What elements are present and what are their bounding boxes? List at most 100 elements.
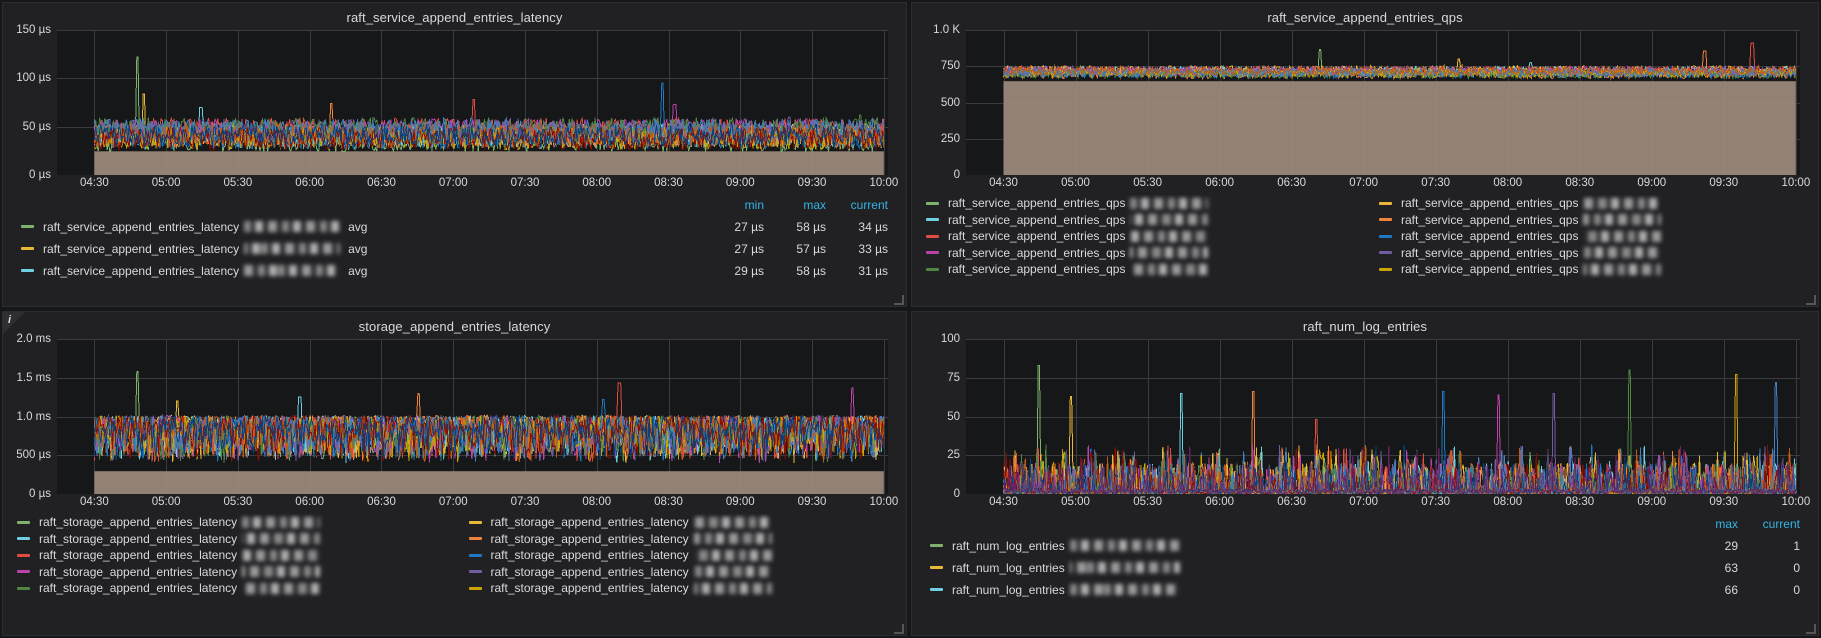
legend-color-swatch[interactable] bbox=[17, 537, 30, 541]
panel-title[interactable]: raft_service_append_entries_latency bbox=[3, 3, 906, 30]
legend-series-label[interactable]: raft_service_append_entries_qps bbox=[1401, 262, 1578, 276]
legend-row[interactable]: raft_storage_append_entries_latency bbox=[17, 547, 445, 564]
legend-row[interactable]: raft_storage_append_entries_latency bbox=[468, 531, 897, 548]
legend-series-label[interactable]: raft_service_append_entries_qps bbox=[948, 229, 1125, 243]
panel-raft-num-log-entries[interactable]: raft_num_log_entries 100 75 50 25 0 04:30 05:… bbox=[911, 311, 1819, 636]
graph-area[interactable]: 1.0 K 750 500 250 0 04:30 05:00 05:30 06:00 06:3… bbox=[912, 24, 1818, 195]
panel-title[interactable]: raft_num_log_entries bbox=[912, 312, 1818, 339]
legend-series-label[interactable]: raft_num_log_entries bbox=[952, 583, 1065, 597]
panel-resize-handle[interactable] bbox=[894, 295, 904, 305]
legend-color-swatch[interactable] bbox=[1379, 267, 1392, 271]
legend-series-label[interactable]: raft_storage_append_entries_latency bbox=[491, 548, 689, 562]
panel-raft-service-append-entries-qps[interactable]: raft_service_append_entries_qps 1.0 K 750… bbox=[911, 2, 1819, 307]
panel-resize-handle[interactable] bbox=[894, 624, 904, 634]
legend-color-swatch[interactable] bbox=[21, 269, 34, 272]
legend-series-label[interactable]: raft_service_append_entries_qps bbox=[1401, 196, 1578, 210]
legend-column-max[interactable]: max bbox=[1676, 517, 1738, 531]
legend-row[interactable]: raft_service_append_entries_qps bbox=[926, 212, 1355, 229]
legend-color-swatch[interactable] bbox=[468, 520, 482, 524]
legend-color-swatch[interactable] bbox=[468, 570, 482, 574]
legend-row[interactable]: raft_storage_append_entries_latency bbox=[17, 580, 445, 597]
legend-row[interactable]: raft_service_append_entries_latency avg 27… bbox=[21, 215, 896, 237]
panel-legend[interactable]: raft_storage_append_entries_latency raft_… bbox=[3, 514, 906, 635]
legend-row[interactable]: raft_service_append_entries_qps bbox=[926, 245, 1355, 262]
legend-rows[interactable]: raft_service_append_entries_latency avg 27… bbox=[21, 215, 896, 281]
legend-row[interactable]: raft_service_append_entries_qps bbox=[926, 195, 1355, 212]
legend-series-label[interactable]: raft_storage_append_entries_latency bbox=[39, 515, 237, 529]
legend-color-swatch[interactable] bbox=[1379, 251, 1392, 255]
legend-row[interactable]: raft_service_append_entries_latency avg 27… bbox=[21, 237, 896, 259]
legend-color-swatch[interactable] bbox=[21, 225, 34, 228]
panel-title[interactable]: storage_append_entries_latency bbox=[3, 312, 906, 339]
legend-row[interactable]: raft_service_append_entries_qps bbox=[1379, 212, 1808, 229]
legend-column-current[interactable]: current bbox=[1738, 517, 1800, 531]
graph-area[interactable]: 100 75 50 25 0 04:30 05:00 05:30 06:00 06:30 07:0… bbox=[912, 333, 1818, 514]
legend-series-label[interactable]: raft_storage_append_entries_latency bbox=[491, 532, 689, 546]
panel-raft-service-append-entries-latency[interactable]: raft_service_append_entries_latency 150 … bbox=[2, 2, 907, 307]
legend-rows[interactable]: raft_num_log_entries 29 1 raft_num_log_entr… bbox=[930, 534, 1808, 600]
legend-color-swatch[interactable] bbox=[930, 588, 943, 591]
legend-row[interactable]: raft_service_append_entries_qps bbox=[926, 228, 1355, 245]
legend-row[interactable]: raft_num_log_entries 66 0 bbox=[930, 578, 1808, 600]
legend-row[interactable]: raft_service_append_entries_latency avg 29… bbox=[21, 259, 896, 281]
panel-legend[interactable]: raft_service_append_entries_qps raft_serv… bbox=[912, 195, 1818, 306]
legend-series-label[interactable]: raft_service_append_entries_latency bbox=[43, 220, 239, 234]
legend-row[interactable]: raft_num_log_entries 29 1 bbox=[930, 534, 1808, 556]
legend-series-label[interactable]: raft_storage_append_entries_latency bbox=[491, 565, 689, 579]
legend-series-label[interactable]: raft_service_append_entries_qps bbox=[1401, 229, 1578, 243]
legend-series-label[interactable]: raft_service_append_entries_latency bbox=[43, 242, 239, 256]
legend-color-swatch[interactable] bbox=[1379, 234, 1392, 238]
legend-series-label[interactable]: raft_service_append_entries_latency bbox=[43, 264, 239, 278]
legend-column-current[interactable]: current bbox=[826, 198, 888, 212]
legend-series-label[interactable]: raft_num_log_entries bbox=[952, 561, 1065, 575]
graph-area[interactable]: 2.0 ms 1.5 ms 1.0 ms 500 µs 0 µs 04:30 05:00 0… bbox=[3, 333, 906, 514]
legend-row[interactable]: raft_storage_append_entries_latency bbox=[468, 580, 897, 597]
legend-color-swatch[interactable] bbox=[926, 201, 939, 205]
legend-row[interactable]: raft_storage_append_entries_latency bbox=[17, 564, 445, 581]
legend-series-label[interactable]: raft_storage_append_entries_latency bbox=[39, 565, 237, 579]
legend-column-max[interactable]: max bbox=[764, 198, 826, 212]
legend-row[interactable]: raft_storage_append_entries_latency bbox=[468, 564, 897, 581]
legend-color-swatch[interactable] bbox=[926, 251, 939, 255]
legend-series-label[interactable]: raft_storage_append_entries_latency bbox=[39, 548, 237, 562]
legend-series-label[interactable]: raft_storage_append_entries_latency bbox=[491, 515, 689, 529]
legend-row[interactable]: raft_service_append_entries_qps bbox=[1379, 228, 1808, 245]
legend-series-label[interactable]: raft_storage_append_entries_latency bbox=[39, 581, 237, 595]
legend-rows[interactable]: raft_storage_append_entries_latency raft_… bbox=[17, 514, 896, 597]
legend-color-swatch[interactable] bbox=[17, 586, 30, 590]
legend-row[interactable]: raft_num_log_entries 63 0 bbox=[930, 556, 1808, 578]
legend-series-label[interactable]: raft_num_log_entries bbox=[952, 539, 1065, 553]
legend-series-label[interactable]: raft_service_append_entries_qps bbox=[948, 196, 1125, 210]
legend-rows[interactable]: raft_service_append_entries_qps raft_serv… bbox=[926, 195, 1808, 278]
panel-legend[interactable]: min max current raft_service_append_entrie… bbox=[3, 195, 906, 306]
legend-color-swatch[interactable] bbox=[926, 267, 939, 271]
legend-row[interactable]: raft_storage_append_entries_latency bbox=[468, 514, 897, 531]
legend-color-swatch[interactable] bbox=[17, 553, 30, 557]
legend-row[interactable]: raft_service_append_entries_qps bbox=[926, 261, 1355, 278]
legend-color-swatch[interactable] bbox=[1379, 201, 1392, 205]
legend-row[interactable]: raft_storage_append_entries_latency bbox=[468, 547, 897, 564]
legend-color-swatch[interactable] bbox=[21, 247, 34, 250]
legend-column-min[interactable]: min bbox=[702, 198, 764, 212]
legend-color-swatch[interactable] bbox=[17, 520, 30, 524]
legend-color-swatch[interactable] bbox=[926, 234, 939, 238]
panel-title[interactable]: raft_service_append_entries_qps bbox=[912, 3, 1818, 30]
legend-series-label[interactable]: raft_service_append_entries_qps bbox=[948, 213, 1125, 227]
legend-color-swatch[interactable] bbox=[17, 570, 30, 574]
legend-row[interactable]: raft_service_append_entries_qps bbox=[1379, 195, 1808, 212]
panel-resize-handle[interactable] bbox=[1806, 624, 1816, 634]
legend-row[interactable]: raft_storage_append_entries_latency bbox=[17, 514, 445, 531]
legend-color-swatch[interactable] bbox=[926, 218, 939, 222]
legend-row[interactable]: raft_service_append_entries_qps bbox=[1379, 245, 1808, 262]
legend-color-swatch[interactable] bbox=[1379, 218, 1392, 222]
legend-series-label[interactable]: raft_service_append_entries_qps bbox=[948, 246, 1125, 260]
legend-series-label[interactable]: raft_storage_append_entries_latency bbox=[491, 581, 689, 595]
legend-color-swatch[interactable] bbox=[930, 544, 943, 547]
graph-area[interactable]: 150 µs 100 µs 50 µs 0 µs 04:30 05:00 05:30 06:… bbox=[3, 24, 906, 195]
legend-series-label[interactable]: raft_service_append_entries_qps bbox=[1401, 246, 1578, 260]
panel-resize-handle[interactable] bbox=[1806, 295, 1816, 305]
legend-row[interactable]: raft_service_append_entries_qps bbox=[1379, 261, 1808, 278]
legend-series-label[interactable]: raft_storage_append_entries_latency bbox=[39, 532, 237, 546]
panel-storage-append-entries-latency[interactable]: i storage_append_entries_latency 2.0 ms 1… bbox=[2, 311, 907, 636]
legend-series-label[interactable]: raft_service_append_entries_qps bbox=[948, 262, 1125, 276]
